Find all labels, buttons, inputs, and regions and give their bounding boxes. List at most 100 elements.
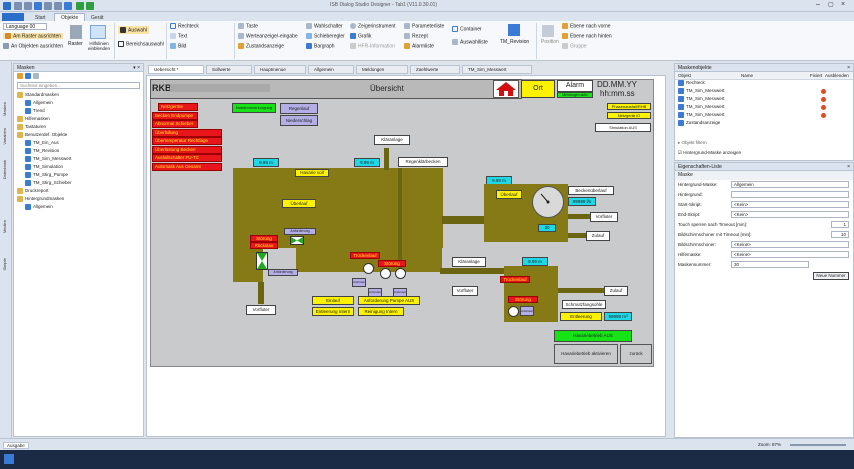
rechteck-button[interactable]: Rechteck [170,23,199,29]
pump-2-icon[interactable] [380,268,391,279]
output-tab[interactable]: Ausgabe [3,442,29,449]
zustandsanzeige-button[interactable]: Zustandsanzeige [238,43,284,49]
property-value-field[interactable]: 30 [731,261,809,268]
helplines-button[interactable]: Hilfslinien einblenden [86,41,112,51]
redo-icon[interactable] [54,2,62,10]
slide-valve-icon[interactable] [256,252,268,270]
bild-button[interactable]: Bild [170,43,186,49]
visibility-icon[interactable] [821,97,826,102]
valve-icon[interactable] [290,236,304,245]
doc-tab[interactable]: Sollwerte [206,65,252,74]
open-icon[interactable] [24,2,32,10]
tab-start[interactable]: Start [28,13,53,21]
object-row[interactable]: TM_Sim_Messwert [675,88,853,96]
rail-skripte[interactable]: Skripte [2,258,7,270]
property-value-field[interactable] [731,191,849,198]
property-value-field[interactable]: Allgemein [731,181,849,188]
back-button[interactable]: zurück [620,344,652,364]
file-menu-icon[interactable] [2,13,24,21]
group-button[interactable]: Gruppe [562,43,587,49]
text-button[interactable]: Text [170,33,187,39]
container-button[interactable]: Container [452,26,482,32]
pump-4-icon[interactable] [508,306,519,317]
object-row[interactable]: TM_Sim_Messwert [675,104,853,112]
ort-button[interactable]: Ort [521,80,555,98]
doc-tab[interactable]: Zaehlwerte [410,65,460,74]
build-icon[interactable] [64,2,72,10]
schieberegler-button[interactable]: Schieberegler [306,33,345,39]
alarm-button[interactable]: Alarm [557,80,593,92]
folder-icon[interactable] [17,73,23,79]
tab-geraet[interactable]: Gerät [84,13,111,21]
alarmliste-button[interactable]: Alarmliste [404,43,434,49]
wahlschalter-button[interactable]: Wahlschalter [306,23,343,29]
property-value-field[interactable]: <Kein> [731,211,849,218]
minimize-icon[interactable]: – [816,1,820,8]
doc-tab[interactable]: Uebersicht * [148,65,204,74]
rail-variablen[interactable]: Variablen [2,128,7,145]
object-row[interactable]: TM_Sim_Messwert [675,112,853,120]
doc-tab[interactable]: TM_Sim_Messwert [462,65,532,74]
pump-1-icon[interactable] [363,263,374,274]
visibility-icon[interactable] [821,89,826,94]
new-number-button[interactable]: Neue Nummer [813,272,849,280]
bereichsauswahl-button[interactable]: Bereichsauswahl [118,41,164,47]
tree-item[interactable]: Druckreport [17,188,140,196]
zoom-slider[interactable] [790,444,846,446]
visibility-icon[interactable] [821,113,826,118]
rail-medien[interactable]: Medien [2,220,7,233]
maximize-icon[interactable]: ▢ [828,1,834,8]
close-icon[interactable]: × [847,65,850,71]
tree-item[interactable]: Allgemein [17,204,140,212]
tree-item[interactable]: TM_Stirg_Schieber [17,180,140,188]
tree-item[interactable]: TM_Sim_Messwert [17,156,140,164]
object-row[interactable]: TM_Sim_Messwert [675,96,853,104]
property-value-field[interactable]: 1 [831,221,849,228]
close-icon[interactable]: × [847,164,850,170]
object-row[interactable]: Rechteck [675,80,853,88]
language-select[interactable]: Language 00 [3,23,47,30]
send-backward-button[interactable]: Ebene nach hinten [562,33,612,39]
property-value-field[interactable]: <Keine> [731,251,849,258]
zeigerinstrument-button[interactable]: Zeigerinstrument [350,23,396,29]
bargraph-button[interactable]: Bargraph [306,43,335,49]
align-grid-button[interactable]: Am Raster ausrichten [3,33,64,40]
start-icon[interactable] [4,454,14,464]
doc-tab[interactable]: Meldungen [356,65,408,74]
tree-item[interactable]: Hilfemasken [17,116,140,124]
copy-icon[interactable] [33,73,39,79]
werteanzeige-button[interactable]: Werteanzeige/-eingabe [238,33,298,39]
grafik-button[interactable]: Grafik [350,33,371,39]
tree-item[interactable]: TM_Revision [17,148,140,156]
raster-button[interactable]: Raster [68,41,83,47]
save-icon[interactable] [34,2,42,10]
tree-item[interactable]: Benutzerdef. Objekte [17,132,140,140]
tree-item[interactable]: Standardmasken [17,92,140,100]
new-mask-icon[interactable] [25,73,31,79]
show-bg-checkbox[interactable]: ☑ Hintergrund-Maske anzeigen [678,150,741,156]
home-button[interactable] [493,80,519,98]
pump-3-icon[interactable] [395,268,406,279]
tree-item[interactable]: TM_Ein_Aus [17,140,140,148]
masks-search-input[interactable]: Suchtext eingeben... [17,82,140,89]
align-objects-button[interactable]: An Objekten ausrichten [3,43,63,49]
property-value-field[interactable]: <Kein> [731,201,849,208]
filter-toggle[interactable]: ▸ Objekt filtern [678,140,707,146]
pin-icon[interactable]: ▾ × [133,65,140,71]
tree-item[interactable]: Hintergrundmasken [17,196,140,204]
play-icon[interactable] [76,2,84,10]
rezept-button[interactable]: Rezept [404,33,428,39]
tree-item[interactable]: Trend [17,108,140,116]
undo-icon[interactable] [44,2,52,10]
play-step-icon[interactable] [86,2,94,10]
parameterliste-button[interactable]: Parameterliste [404,23,444,29]
tree-item[interactable]: TM_Stirg_Pumpe [17,172,140,180]
object-row[interactable]: Zustandsanzeige [675,120,853,128]
position-button[interactable]: Position [541,39,559,45]
auswahl-button[interactable]: Auswahl [118,26,149,35]
close-icon[interactable]: × [841,1,845,8]
taste-button[interactable]: Taste [238,23,258,29]
havarie-activate-button[interactable]: Havariebetrieb aktivieren [554,344,618,364]
auswahlliste-button[interactable]: Auswahlliste [452,39,488,45]
property-value-field[interactable]: <Keine> [731,241,849,248]
